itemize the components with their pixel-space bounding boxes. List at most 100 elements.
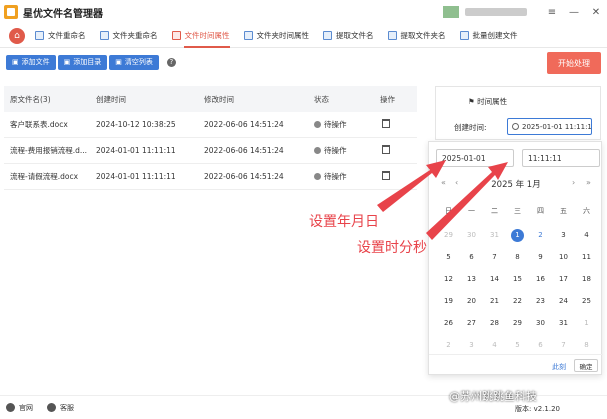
day-cell[interactable]: 22 — [506, 290, 529, 312]
start-button[interactable]: 开始处理 — [547, 52, 601, 74]
tab-label: 文件时间属性 — [184, 31, 230, 40]
day-grid: 29 30 31 1 2 3 4 5 6 7 8 9 10 11 12 13 14 15 16 17 18 19 20 21 2… — [437, 224, 598, 356]
tab-folder-time[interactable]: 文件夹时间属性 — [243, 24, 310, 48]
add-folder-button[interactable]: ▣ 添加目录 — [57, 54, 108, 70]
day-cell[interactable]: 28 — [483, 312, 506, 334]
status-text: 待操作 — [324, 146, 347, 155]
tab-label: 文件夹时间属性 — [256, 31, 310, 40]
day-cell[interactable]: 7 — [483, 246, 506, 268]
day-cell[interactable]: 18 — [575, 268, 598, 290]
day-cell[interactable]: 20 — [460, 290, 483, 312]
ok-button[interactable]: 确定 — [574, 359, 598, 372]
day-cell[interactable]: 30 — [460, 224, 483, 246]
table-header: 原文件名(3) 创建时间 修改时间 状态 操作 — [4, 86, 417, 112]
cell-name: 流程-请假流程.docx — [10, 172, 79, 181]
weekday: 二 — [491, 207, 498, 215]
day-cell[interactable]: 29 — [506, 312, 529, 334]
day-cell[interactable]: 2 — [437, 334, 460, 356]
tab-batch-create[interactable]: 批量创建文件 — [459, 24, 518, 48]
day-cell[interactable]: 23 — [529, 290, 552, 312]
tab-extract-foldername[interactable]: 提取文件夹名 — [387, 24, 446, 48]
next-month-button[interactable]: › — [572, 178, 575, 187]
website-icon — [6, 403, 15, 412]
day-cell[interactable]: 15 — [506, 268, 529, 290]
datetime-picker: 2025-01-01 11:11:11 2025 年 1月 « ‹ › » 日 … — [428, 141, 603, 375]
status-badge: 待操作 — [314, 119, 380, 130]
tab-folder-rename[interactable]: 文件夹重命名 — [99, 24, 158, 48]
day-cell[interactable]: 26 — [437, 312, 460, 334]
table-row[interactable]: 流程-费用报销流程.d... 2024-01-01 11:11:11 2022-… — [4, 138, 417, 164]
day-cell[interactable]: 31 — [552, 312, 575, 334]
add-file-button[interactable]: ▣ 添加文件 — [6, 54, 56, 70]
day-cell[interactable]: 6 — [529, 334, 552, 356]
table-row[interactable]: 流程-请假流程.docx 2024-01-01 11:11:11 2022-06… — [4, 164, 417, 190]
day-cell[interactable]: 5 — [506, 334, 529, 356]
day-cell[interactable]: 29 — [437, 224, 460, 246]
home-icon[interactable]: ⌂ — [9, 27, 25, 44]
folder-icon — [99, 31, 109, 40]
day-cell[interactable]: 13 — [460, 268, 483, 290]
day-cell[interactable]: 1 — [575, 312, 598, 334]
day-cell[interactable]: 27 — [460, 312, 483, 334]
close-button[interactable]: ✕ — [585, 7, 607, 18]
day-cell[interactable]: 25 — [575, 290, 598, 312]
table-row[interactable]: 客户联系表.docx 2024-10-12 10:38:25 2022-06-0… — [4, 112, 417, 138]
day-cell[interactable]: 21 — [483, 290, 506, 312]
delete-button[interactable] — [380, 145, 417, 156]
day-cell[interactable]: 3 — [460, 334, 483, 356]
picker-date-input[interactable]: 2025-01-01 — [436, 149, 514, 167]
day-cell[interactable]: 8 — [575, 334, 598, 356]
created-time-label: 创建时间: — [454, 123, 487, 132]
watermark: @苏州跳跳鱼科技 — [449, 390, 537, 403]
day-cell[interactable]: 14 — [483, 268, 506, 290]
avatar[interactable] — [443, 6, 459, 18]
day-cell[interactable]: 5 — [437, 246, 460, 268]
day-cell[interactable]: 12 — [437, 268, 460, 290]
minimize-button[interactable]: — — [563, 7, 585, 18]
now-button[interactable]: 此刻 — [552, 362, 566, 372]
clear-list-button[interactable]: ▣ 清空列表 — [109, 54, 159, 70]
prev-year-button[interactable]: « — [441, 178, 446, 187]
folder-time-icon — [243, 31, 253, 40]
day-cell[interactable]: 31 — [483, 224, 506, 246]
file-table: 原文件名(3) 创建时间 修改时间 状态 操作 客户联系表.docx 2024-… — [4, 86, 417, 190]
day-cell[interactable]: 9 — [529, 246, 552, 268]
day-cell[interactable]: 10 — [552, 246, 575, 268]
day-cell[interactable]: 30 — [529, 312, 552, 334]
next-year-button[interactable]: » — [586, 178, 591, 187]
weekday: 日 — [445, 207, 452, 215]
tab-file-time[interactable]: 文件时间属性 — [171, 24, 230, 48]
picker-time-input[interactable]: 11:11:11 — [522, 149, 600, 167]
created-time-input[interactable]: 2025-01-01 11:11:11 — [507, 118, 592, 135]
app-logo-icon — [4, 5, 18, 19]
menu-button[interactable]: ≡ — [541, 7, 563, 18]
help-icon[interactable]: ? — [166, 57, 176, 67]
day-cell[interactable]: 4 — [575, 224, 598, 246]
status-text: 待操作 — [324, 120, 347, 129]
day-cell[interactable]: 24 — [552, 290, 575, 312]
day-cell[interactable]: 7 — [552, 334, 575, 356]
day-cell[interactable]: 4 — [483, 334, 506, 356]
day-cell[interactable]: 17 — [552, 268, 575, 290]
weekday: 一 — [468, 207, 475, 215]
col-action: 操作 — [380, 94, 395, 104]
trash-icon — [382, 119, 390, 128]
flag-icon: ⚑ — [468, 97, 475, 106]
delete-button[interactable] — [380, 171, 417, 182]
col-status: 状态 — [314, 94, 329, 104]
day-cell[interactable]: 11 — [575, 246, 598, 268]
panel-title: ⚑ 时间属性 — [468, 96, 507, 107]
prev-month-button[interactable]: ‹ — [455, 178, 458, 187]
day-cell[interactable]: 1 — [506, 224, 529, 246]
website-link[interactable]: 官网 — [6, 403, 33, 413]
day-cell[interactable]: 6 — [460, 246, 483, 268]
tab-extract-filename[interactable]: 提取文件名 — [323, 24, 374, 48]
day-cell[interactable]: 8 — [506, 246, 529, 268]
delete-button[interactable] — [380, 119, 417, 130]
support-link[interactable]: 客服 — [47, 403, 74, 413]
day-cell[interactable]: 19 — [437, 290, 460, 312]
tab-file-rename[interactable]: 文件重命名 — [35, 24, 86, 48]
day-cell[interactable]: 16 — [529, 268, 552, 290]
day-cell[interactable]: 2 — [529, 224, 552, 246]
day-cell[interactable]: 3 — [552, 224, 575, 246]
